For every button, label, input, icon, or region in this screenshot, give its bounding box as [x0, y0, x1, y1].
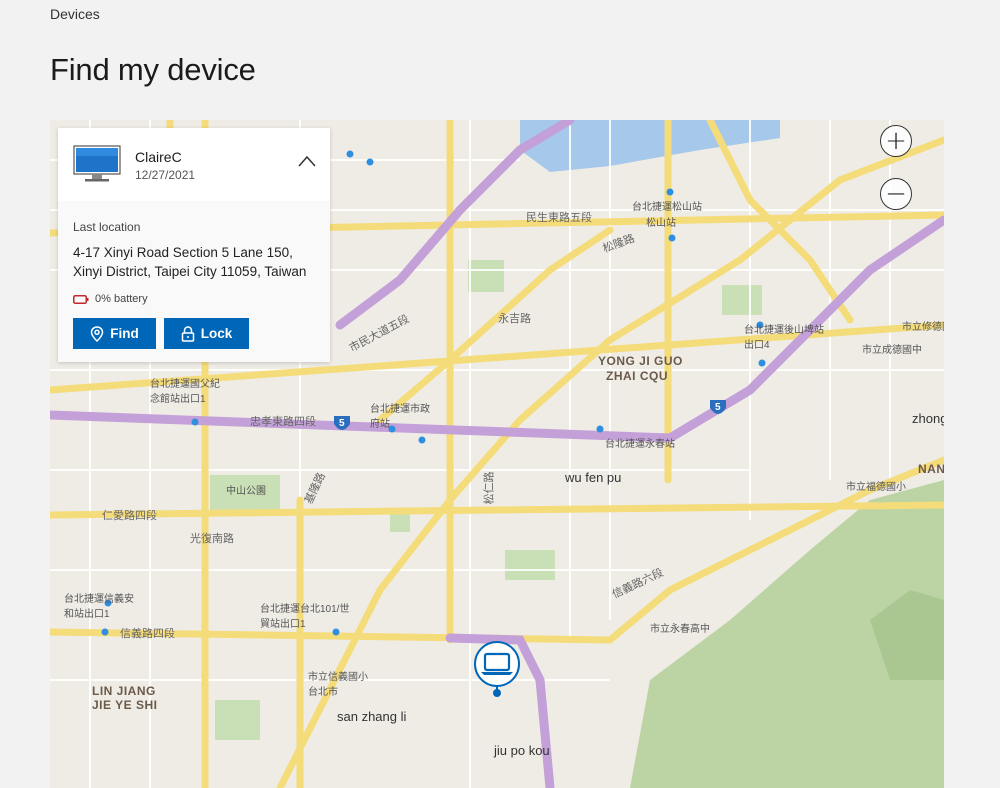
map-label-yongji: 永吉路	[498, 313, 531, 325]
laptop-pin-icon	[474, 641, 520, 697]
lock-icon	[181, 325, 194, 342]
map-label-xiuxiu: 市立修德國小	[902, 322, 944, 333]
map-label-xinyi-anhe: 台北捷運信義安和站出口1	[64, 594, 134, 620]
map-label-yongchun: 台北捷運永春站	[605, 439, 675, 450]
map-label-houshanpi: 台北捷運後山埤站出口4	[744, 325, 824, 351]
device-card: ClaireC 12/27/2021 Last location 4-17 Xi…	[58, 128, 330, 362]
map-label-zhai-cqu: ZHAI CQU	[606, 369, 668, 383]
lock-button[interactable]: Lock	[164, 318, 249, 349]
map-label-citygov: 台北捷運市政府站	[370, 404, 430, 430]
map-label-renai: 仁愛路四段	[102, 510, 157, 522]
map-label-songshan: 松山站	[646, 218, 676, 229]
device-location-pin[interactable]	[472, 640, 522, 698]
map-label-lin-jiang: LIN JIANG	[92, 684, 156, 698]
map-label-xinyi: 信義路四段	[120, 628, 175, 640]
zoom-in-button[interactable]: +	[880, 125, 912, 157]
map-label-jie-ye-shi: JIE YE SHI	[92, 698, 158, 712]
map-label-guangfu: 光復南路	[190, 533, 234, 545]
map-label-zhongshan-park: 中山公園	[226, 486, 266, 497]
battery-empty-icon	[73, 294, 89, 304]
device-card-body: Last location 4-17 Xinyi Road Section 5 …	[58, 201, 330, 362]
battery-status: 0% battery	[73, 293, 148, 305]
map-label-minsheng: 民生東路五段	[526, 212, 592, 224]
map-label-nan: NAN	[918, 462, 944, 476]
lock-label: Lock	[200, 326, 233, 341]
route-shield-label: 5	[339, 418, 345, 429]
last-location-label: Last location	[73, 220, 141, 234]
map-label-taipei-city: 市立信義國小 台北市	[308, 672, 368, 698]
zoom-out-button[interactable]: −	[880, 178, 912, 210]
location-pin-icon	[90, 325, 104, 342]
map-label-taipei101: 台北捷運台北101/世貿站出口1	[260, 604, 350, 630]
address-line-2: Xinyi District, Taipei City 11059, Taiwa…	[73, 264, 307, 279]
battery-label: 0% battery	[95, 293, 148, 305]
device-address: 4-17 Xinyi Road Section 5 Lane 150, Xiny…	[73, 243, 306, 281]
map-label-wu-fen-pu: wu fen pu	[565, 470, 622, 485]
chevron-up-icon[interactable]	[298, 154, 316, 168]
map-label-zhongxiao: 忠孝東路四段	[250, 416, 316, 428]
find-label: Find	[110, 326, 139, 341]
address-line-1: 4-17 Xinyi Road Section 5 Lane 150,	[73, 245, 293, 260]
desktop-pc-icon	[72, 145, 122, 188]
map-label-fude: 市立福德國小	[846, 482, 906, 493]
device-date: 12/27/2021	[135, 168, 196, 182]
map-label-songshan-mrt: 台北捷運松山站	[632, 202, 702, 213]
map-label-sysm: 台北捷運國父紀念館站出口1	[150, 379, 220, 405]
map-label-yongchun-high: 市立永春高中	[650, 624, 710, 635]
device-card-header[interactable]: ClaireC 12/27/2021	[58, 128, 330, 201]
page-title: Find my device	[50, 52, 256, 87]
device-name: ClaireC	[135, 149, 182, 165]
map-label-jiu-po-kou: jiu po kou	[494, 743, 550, 758]
map-label-san-zhang-li: san zhang li	[337, 709, 407, 724]
map-label-yong-ji-guo: YONG JI GUO	[598, 354, 683, 368]
find-button[interactable]: Find	[73, 318, 156, 349]
route-shield-label: 5	[715, 402, 721, 413]
map-label-chengde: 市立成德國中	[862, 345, 922, 356]
map-label-songren: 松仁路	[483, 471, 496, 505]
breadcrumb[interactable]: Devices	[50, 6, 100, 22]
map-label-zhong: zhong	[912, 411, 944, 426]
